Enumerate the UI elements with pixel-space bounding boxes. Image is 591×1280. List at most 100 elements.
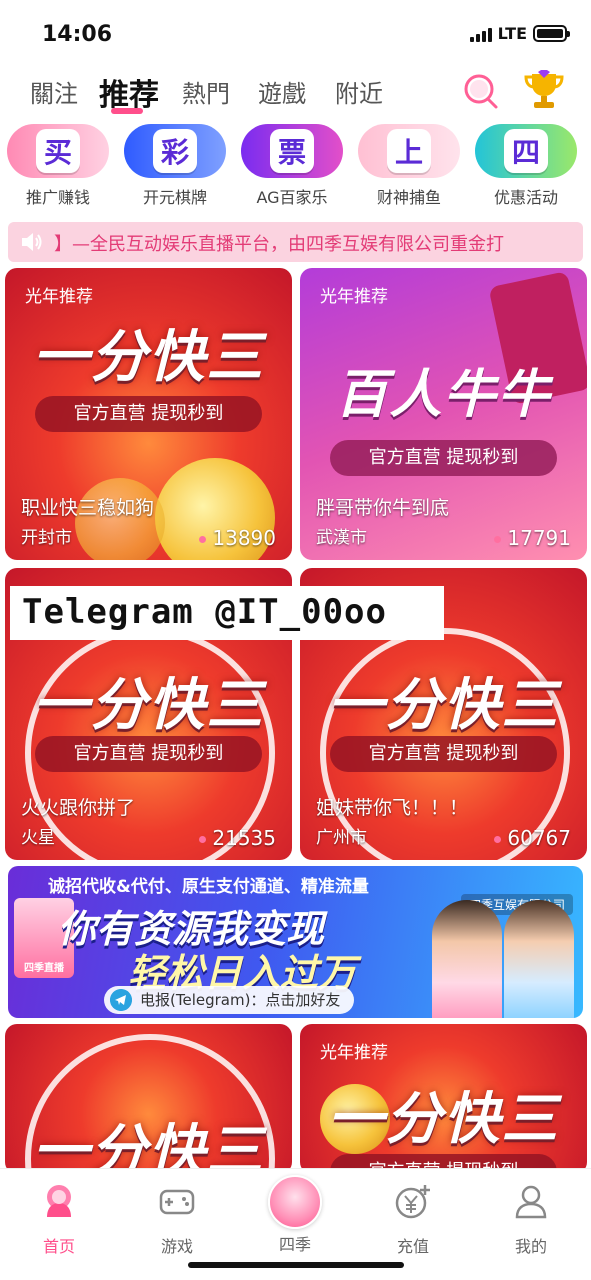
viewer-count: 60767: [494, 826, 571, 850]
yuan-plus-icon: [395, 1185, 430, 1219]
watermark-label: Telegram @IT_00oo: [10, 586, 444, 640]
tab-home[interactable]: 首页: [14, 1181, 104, 1257]
home-icon: [47, 1185, 71, 1217]
top-nav: 關注 推荐 熱門 遊戲 附近: [0, 66, 591, 118]
shortcut-pill: 彩: [124, 124, 226, 178]
trophy-icon[interactable]: [522, 70, 566, 110]
shortcut-glyph: 四: [504, 129, 548, 173]
tab-label: 四季: [278, 1235, 311, 1254]
card-title: 火火跟你拼了: [21, 797, 136, 819]
card-tag: 光年推荐: [320, 287, 388, 307]
card-headline: 一分快三: [327, 1087, 560, 1152]
avatar: [268, 1175, 322, 1229]
tab-label: 游戏: [160, 1237, 193, 1256]
tab-seasons[interactable]: 四季: [250, 1175, 340, 1255]
shortcut-label: 优惠活动: [493, 188, 558, 207]
card-subtitle: 官方直营 提现秒到: [35, 396, 262, 432]
tab-game[interactable]: 游戏: [132, 1181, 222, 1257]
viewer-count: 17791: [494, 526, 571, 550]
watermark-text: Telegram @IT_00oo: [22, 592, 387, 632]
tab-recharge[interactable]: 充值: [368, 1181, 458, 1257]
card-subtitle: 官方直营 提现秒到: [35, 736, 262, 772]
card-city: 武漢市: [316, 528, 367, 548]
card-title: 姐妹带你飞！！！: [316, 797, 469, 819]
card-headline: 一分快三: [32, 1119, 265, 1174]
card-headline: 一分快三: [327, 673, 560, 738]
shortcut-glyph: 买: [36, 129, 80, 173]
shortcut-label: 推广赚钱: [25, 188, 90, 207]
ad-tagline: 诚招代收&代付、原生支付通道、精准流量: [48, 877, 369, 897]
marquee-text: 】—全民互动娱乐直播平台，由四季互娱有限公司重金打: [54, 234, 504, 255]
live-dot: [494, 536, 502, 543]
shortcut-pill: 买: [7, 124, 109, 178]
shortcut-label: 财神捕鱼: [376, 188, 441, 207]
telegram-label: 电报(Telegram)：点击加好友: [140, 991, 341, 1009]
announcement-marquee[interactable]: 】—全民互动娱乐直播平台，由四季互娱有限公司重金打: [8, 222, 583, 262]
live-dot: [199, 836, 207, 843]
shortcut-row: 买 推广赚钱 彩 开元棋牌 票 AG百家乐 上 财神捕鱼 四 优惠活动: [0, 124, 591, 212]
shortcut-baccarat[interactable]: 票 AG百家乐: [240, 124, 344, 208]
person-icon: [515, 1185, 547, 1219]
active-tab-indicator: [111, 108, 143, 114]
viewer-count: 21535: [199, 826, 276, 850]
card-subtitle: 官方直营 提现秒到: [330, 440, 557, 476]
status-bar: 14:06 LTE: [0, 0, 591, 66]
card-city: 开封市: [21, 528, 72, 548]
tab-mine[interactable]: 我的: [486, 1181, 576, 1257]
status-time: 14:06: [42, 22, 113, 47]
card-subtitle: 官方直营 提现秒到: [330, 736, 557, 772]
tab-label: 充值: [396, 1237, 429, 1256]
viewer-count-value: 17791: [507, 526, 571, 550]
shortcut-pill: 四: [475, 124, 577, 178]
search-icon[interactable]: [462, 72, 500, 110]
ad-thumbnail-label: 四季直播: [24, 963, 64, 974]
card-title: 职业快三稳如狗: [21, 497, 155, 519]
tab-label: 首页: [42, 1237, 75, 1256]
tab-label: 我的: [514, 1237, 547, 1256]
signal-icon: [469, 26, 492, 42]
live-dot: [199, 536, 207, 543]
ad-model-image: [504, 900, 574, 1018]
shortcut-glyph: 彩: [153, 129, 197, 173]
card-headline: 一分快三: [32, 673, 265, 738]
live-card[interactable]: 光年推荐 一分快三 官方直营 提现秒到: [300, 1024, 587, 1174]
shortcut-chess[interactable]: 彩 开元棋牌: [123, 124, 227, 208]
viewer-count-value: 13890: [212, 526, 276, 550]
tab-follow[interactable]: 關注: [30, 74, 78, 109]
home-indicator: [188, 1262, 404, 1268]
shortcut-label: 开元棋牌: [142, 188, 207, 207]
live-dot: [494, 836, 502, 843]
shortcut-glyph: 上: [387, 129, 431, 173]
live-card[interactable]: 光年推荐 一分快三 官方直营 提现秒到 职业快三稳如狗 开封市 13890: [5, 268, 292, 560]
card-headline: 一分快三: [32, 325, 265, 390]
telegram-icon: [110, 989, 132, 1011]
shortcut-fishing[interactable]: 上 财神捕鱼: [357, 124, 461, 208]
card-title: 胖哥带你牛到底: [316, 497, 450, 519]
shortcut-promote[interactable]: 买 推广赚钱: [6, 124, 110, 208]
gamepad-icon: [159, 1189, 195, 1215]
shortcut-pill: 上: [358, 124, 460, 178]
viewer-count-value: 21535: [212, 826, 276, 850]
speaker-icon: [22, 233, 42, 251]
live-card[interactable]: 光年推荐 百人牛牛 官方直营 提现秒到 胖哥带你牛到底 武漢市 17791: [300, 268, 587, 560]
tab-hot[interactable]: 熱門: [182, 74, 230, 109]
card-tag: 光年推荐: [320, 1043, 388, 1063]
shortcut-glyph: 票: [270, 129, 314, 173]
tab-nearby[interactable]: 附近: [335, 74, 383, 109]
status-indicators: LTE: [469, 24, 570, 43]
card-tag: 光年推荐: [25, 287, 93, 307]
shortcut-label: AG百家乐: [256, 188, 328, 207]
shortcut-pill: 票: [241, 124, 343, 178]
telegram-add-button[interactable]: 电报(Telegram)：点击加好友: [104, 986, 355, 1014]
card-city: 广州市: [316, 828, 367, 848]
network-label: LTE: [497, 24, 527, 43]
ad-banner[interactable]: 四季直播 诚招代收&代付、原生支付通道、精准流量 四季互娱有限公司 你有资源我变…: [8, 866, 583, 1018]
ad-model-image: [432, 900, 502, 1018]
live-card[interactable]: 一分快三: [5, 1024, 292, 1174]
shortcut-promotions[interactable]: 四 优惠活动: [474, 124, 578, 208]
viewer-count-value: 60767: [507, 826, 571, 850]
card-city: 火星: [21, 828, 55, 848]
card-headline: 百人牛牛: [335, 365, 552, 425]
tab-games[interactable]: 遊戲: [258, 74, 306, 109]
battery-icon: [533, 25, 570, 42]
